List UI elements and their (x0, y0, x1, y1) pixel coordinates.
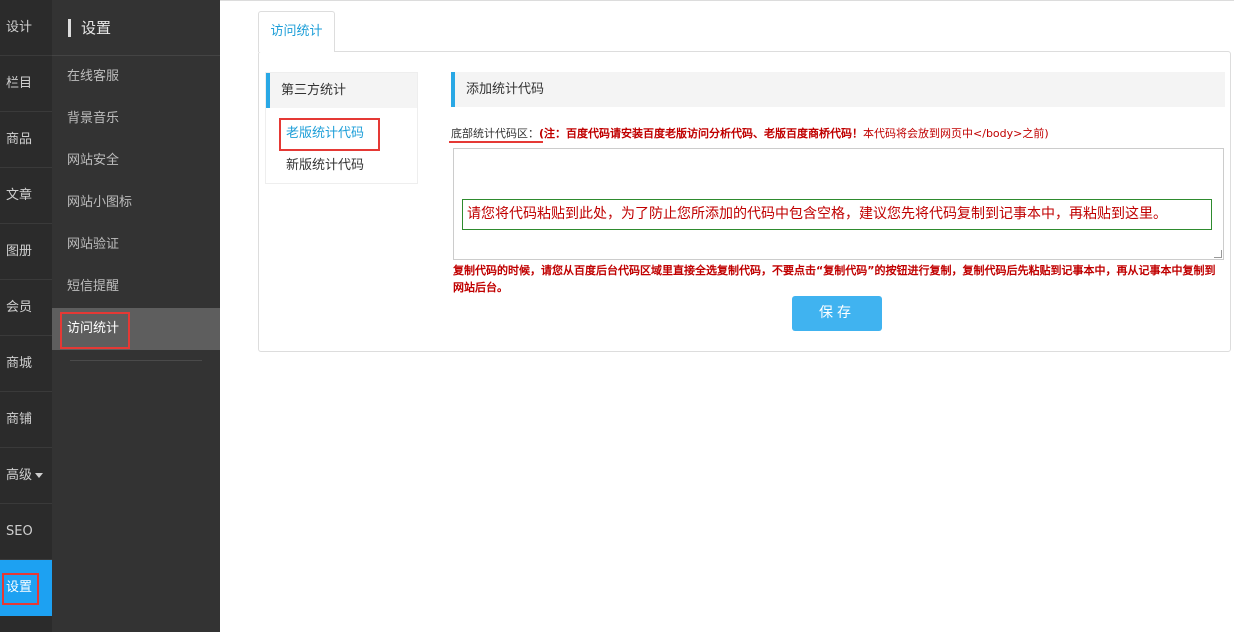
sub-item-site-verification[interactable]: 网站验证 (52, 224, 220, 266)
highlight-box-old-code (279, 118, 380, 151)
tab-visit-stats[interactable]: 访问统计 (258, 11, 335, 52)
new-stats-code-item[interactable]: 新版统计代码 (266, 150, 417, 182)
stats-type-list: 第三方统计 老版统计代码 新版统计代码 (265, 72, 418, 184)
code-form: 添加统计代码 底部统计代码区：(注：百度代码请安装百度老版访问分析代码、老版百度… (451, 72, 1225, 331)
settings-submenu: 设置 在线客服 背景音乐 网站安全 网站小图标 网站验证 短信提醒 访问统计 (52, 0, 220, 632)
sub-item-background-music[interactable]: 背景音乐 (52, 98, 220, 140)
field-note: 本代码将会放到网页中</body>之前) (863, 127, 1049, 140)
copy-warning: 复制代码的时候，请您从百度后台代码区域里直接全选复制代码，不要点击“复制代码”的… (453, 264, 1216, 294)
stats-type-title: 第三方统计 (266, 73, 417, 108)
stats-code-textarea[interactable]: 请您将代码粘贴到此处，为了防止您所添加的代码中包含空格，建议您先将代码复制到记事… (453, 148, 1224, 260)
rail-item-members[interactable]: 会员 (0, 280, 52, 336)
main-nav-rail: 设计 栏目 商品 文章 图册 会员 商城 商铺 高级 SEO 设置 (0, 0, 52, 632)
caret-down-icon (35, 473, 44, 478)
submenu-divider (70, 360, 202, 361)
field-note-bold: (注：百度代码请安装百度老版访问分析代码、老版百度商桥代码！ (539, 127, 864, 140)
save-button[interactable]: 保存 (792, 296, 882, 331)
rail-item-seo[interactable]: SEO (0, 504, 52, 560)
main-area: 访问统计 第三方统计 老版统计代码 新版统计代码 添加统计代码 底部统计代码区：… (220, 0, 1234, 632)
highlight-box-visit-stats (60, 312, 130, 349)
submenu-header: 设置 (52, 0, 220, 56)
rail-item-mall[interactable]: 商城 (0, 336, 52, 392)
submenu-title: 设置 (81, 19, 112, 37)
rail-item-articles[interactable]: 文章 (0, 168, 52, 224)
stats-panel: 第三方统计 老版统计代码 新版统计代码 添加统计代码 底部统计代码区：(注：百度… (258, 51, 1231, 352)
sub-item-sms-reminder[interactable]: 短信提醒 (52, 266, 220, 308)
sub-item-site-security[interactable]: 网站安全 (52, 140, 220, 182)
rail-item-columns[interactable]: 栏目 (0, 56, 52, 112)
sub-item-online-service[interactable]: 在线客服 (52, 56, 220, 98)
highlight-box-settings (2, 573, 39, 605)
rail-item-products[interactable]: 商品 (0, 112, 52, 168)
rail-item-advanced[interactable]: 高级 (0, 448, 52, 504)
field-label-row: 底部统计代码区：(注：百度代码请安装百度老版访问分析代码、老版百度商桥代码！本代… (451, 126, 1225, 142)
top-divider (220, 0, 1234, 1)
header-bar-icon (68, 18, 71, 37)
rail-item-shops[interactable]: 商铺 (0, 392, 52, 448)
resize-grip-icon[interactable] (1214, 250, 1222, 258)
rail-item-albums[interactable]: 图册 (0, 224, 52, 280)
sub-item-favicon[interactable]: 网站小图标 (52, 182, 220, 224)
form-title: 添加统计代码 (451, 72, 1225, 107)
textarea-placeholder: 请您将代码粘贴到此处，为了防止您所添加的代码中包含空格，建议您先将代码复制到记事… (462, 199, 1212, 230)
rail-item-design[interactable]: 设计 (0, 0, 52, 56)
field-label: 底部统计代码区： (451, 127, 539, 140)
